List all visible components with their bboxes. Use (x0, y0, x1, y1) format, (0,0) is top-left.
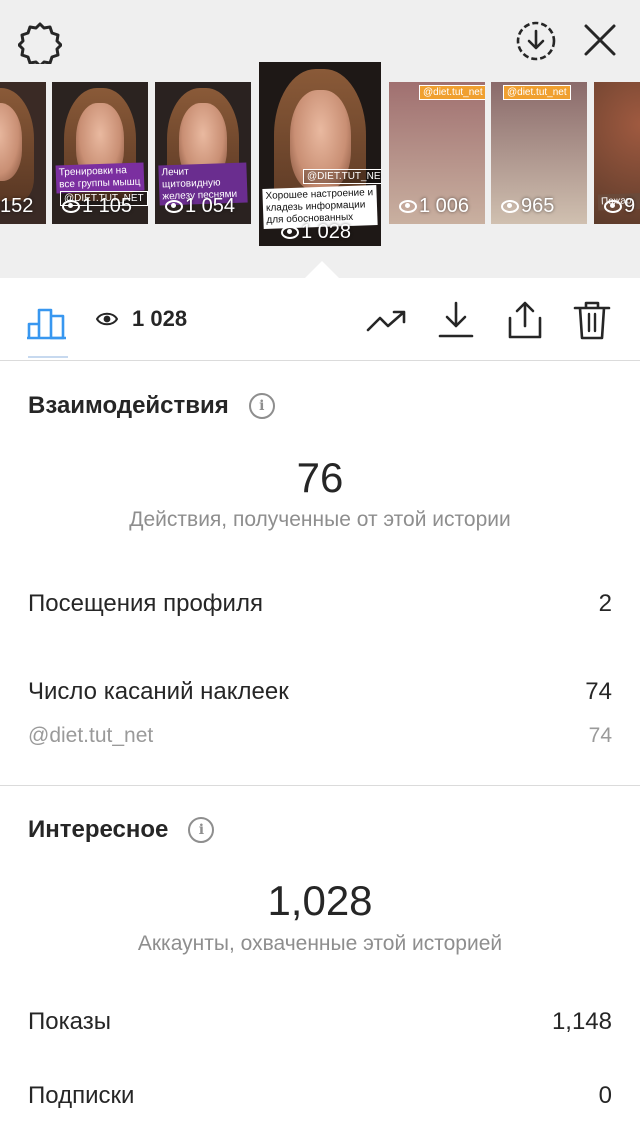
row-value: 74 (585, 678, 612, 705)
view-count-value: 1 028 (132, 306, 188, 331)
story-thumbnail[interactable]: Тренировки на все группы мышц @DIET.TUT_… (52, 82, 148, 224)
download-circle-icon[interactable] (515, 20, 557, 62)
sticker-taps-row: Число касаний наклеек 74 (28, 678, 612, 706)
active-tab-indicator (28, 356, 68, 358)
row-label: Число касаний наклеек (28, 678, 289, 705)
gear-icon[interactable] (18, 20, 62, 64)
reach-total-label: Аккаунты, охваченные этой историей (137, 932, 503, 955)
story-view-count: 1 006 (399, 195, 469, 218)
story-view-count: 1 105 (62, 195, 132, 218)
row-label: Посещения профиля (28, 590, 263, 617)
interactions-title-text: Взаимодействия (28, 392, 229, 419)
discovery-title-text: Интересное (28, 816, 169, 843)
mention-sticker-row: @diet.tut_net 74 (28, 724, 612, 748)
story-thumbnail[interactable]: Пожар 9 (594, 82, 640, 224)
share-icon[interactable] (505, 300, 545, 340)
download-icon[interactable] (436, 300, 476, 340)
discovery-section-title: Интересное i (28, 816, 215, 844)
interactions-total-label: Действия, полученные от этой истории (129, 508, 511, 531)
profile-visits-row: Посещения профиля 2 (28, 590, 612, 618)
info-icon[interactable]: i (248, 393, 275, 419)
story-thumbnail[interactable]: @diet.tut_net 965 (491, 82, 587, 224)
story-view-count-value: 9 (624, 195, 636, 217)
story-view-count-value: 1 105 (82, 195, 133, 217)
story-view-count: 1 054 (165, 195, 235, 218)
eye-icon (604, 200, 622, 213)
eye-icon (62, 200, 80, 213)
close-icon[interactable] (582, 22, 618, 58)
row-value: 1,148 (551, 1008, 612, 1035)
story-thumbnail-active[interactable]: @DIET.TUT_NET Хорошее настроение и кладе… (259, 62, 381, 246)
story-thumbnail[interactable]: 152 (0, 82, 46, 224)
impressions-row: Показы 1,148 (28, 1008, 612, 1036)
row-value: 74 (588, 724, 612, 747)
eye-icon (165, 200, 183, 213)
story-view-count-value: 965 (521, 195, 555, 217)
story-thumbnail[interactable]: @diet.tut_net 1 006 (389, 82, 485, 224)
story-strip-header: 152 Тренировки на все группы мышц @DIET.… (0, 0, 640, 278)
story-view-count: 965 (501, 195, 554, 218)
reach-total: 1,028 (267, 877, 373, 924)
trending-icon[interactable] (366, 300, 406, 340)
story-thumbnail[interactable]: Лечит щитовидную железу песнями 1 054 (155, 82, 251, 224)
story-view-count-value: 1 028 (301, 221, 352, 243)
eye-icon (96, 312, 118, 326)
story-handle: @diet.tut_net (419, 84, 485, 100)
interactions-total: 76 (296, 454, 344, 501)
story-handle: @diet.tut_net (503, 84, 571, 100)
row-value: 2 (598, 590, 612, 617)
story-action-bar: 1 028 (0, 278, 640, 361)
row-label: Показы (28, 1008, 111, 1035)
eye-icon (399, 200, 417, 213)
interactions-section-title: Взаимодействия i (28, 392, 275, 420)
story-view-count: 152 (0, 195, 33, 218)
eye-icon (281, 226, 299, 239)
story-view-count-value: 1 054 (185, 195, 236, 217)
story-view-count-value: 152 (0, 195, 34, 217)
follows-row: Подписки 0 (28, 1082, 612, 1110)
info-icon[interactable]: i (188, 817, 215, 843)
row-label: Подписки (28, 1082, 135, 1109)
story-view-count-value: 1 006 (419, 195, 470, 217)
active-story-pointer (305, 261, 339, 278)
row-value: 0 (598, 1082, 612, 1109)
trash-icon[interactable] (572, 300, 612, 340)
eye-icon (501, 200, 519, 213)
section-divider (0, 785, 640, 786)
story-handle: @DIET.TUT_NET (303, 168, 381, 184)
bar-chart-icon[interactable] (26, 300, 68, 340)
story-view-count: 1 028 (281, 221, 351, 244)
row-label: @diet.tut_net (28, 724, 154, 747)
story-thumbnails: 152 Тренировки на все группы мышц @DIET.… (0, 60, 640, 250)
story-view-total: 1 028 (96, 306, 187, 332)
story-caption: Тренировки на все группы мышц (55, 162, 145, 194)
story-view-count: 9 (604, 195, 635, 218)
